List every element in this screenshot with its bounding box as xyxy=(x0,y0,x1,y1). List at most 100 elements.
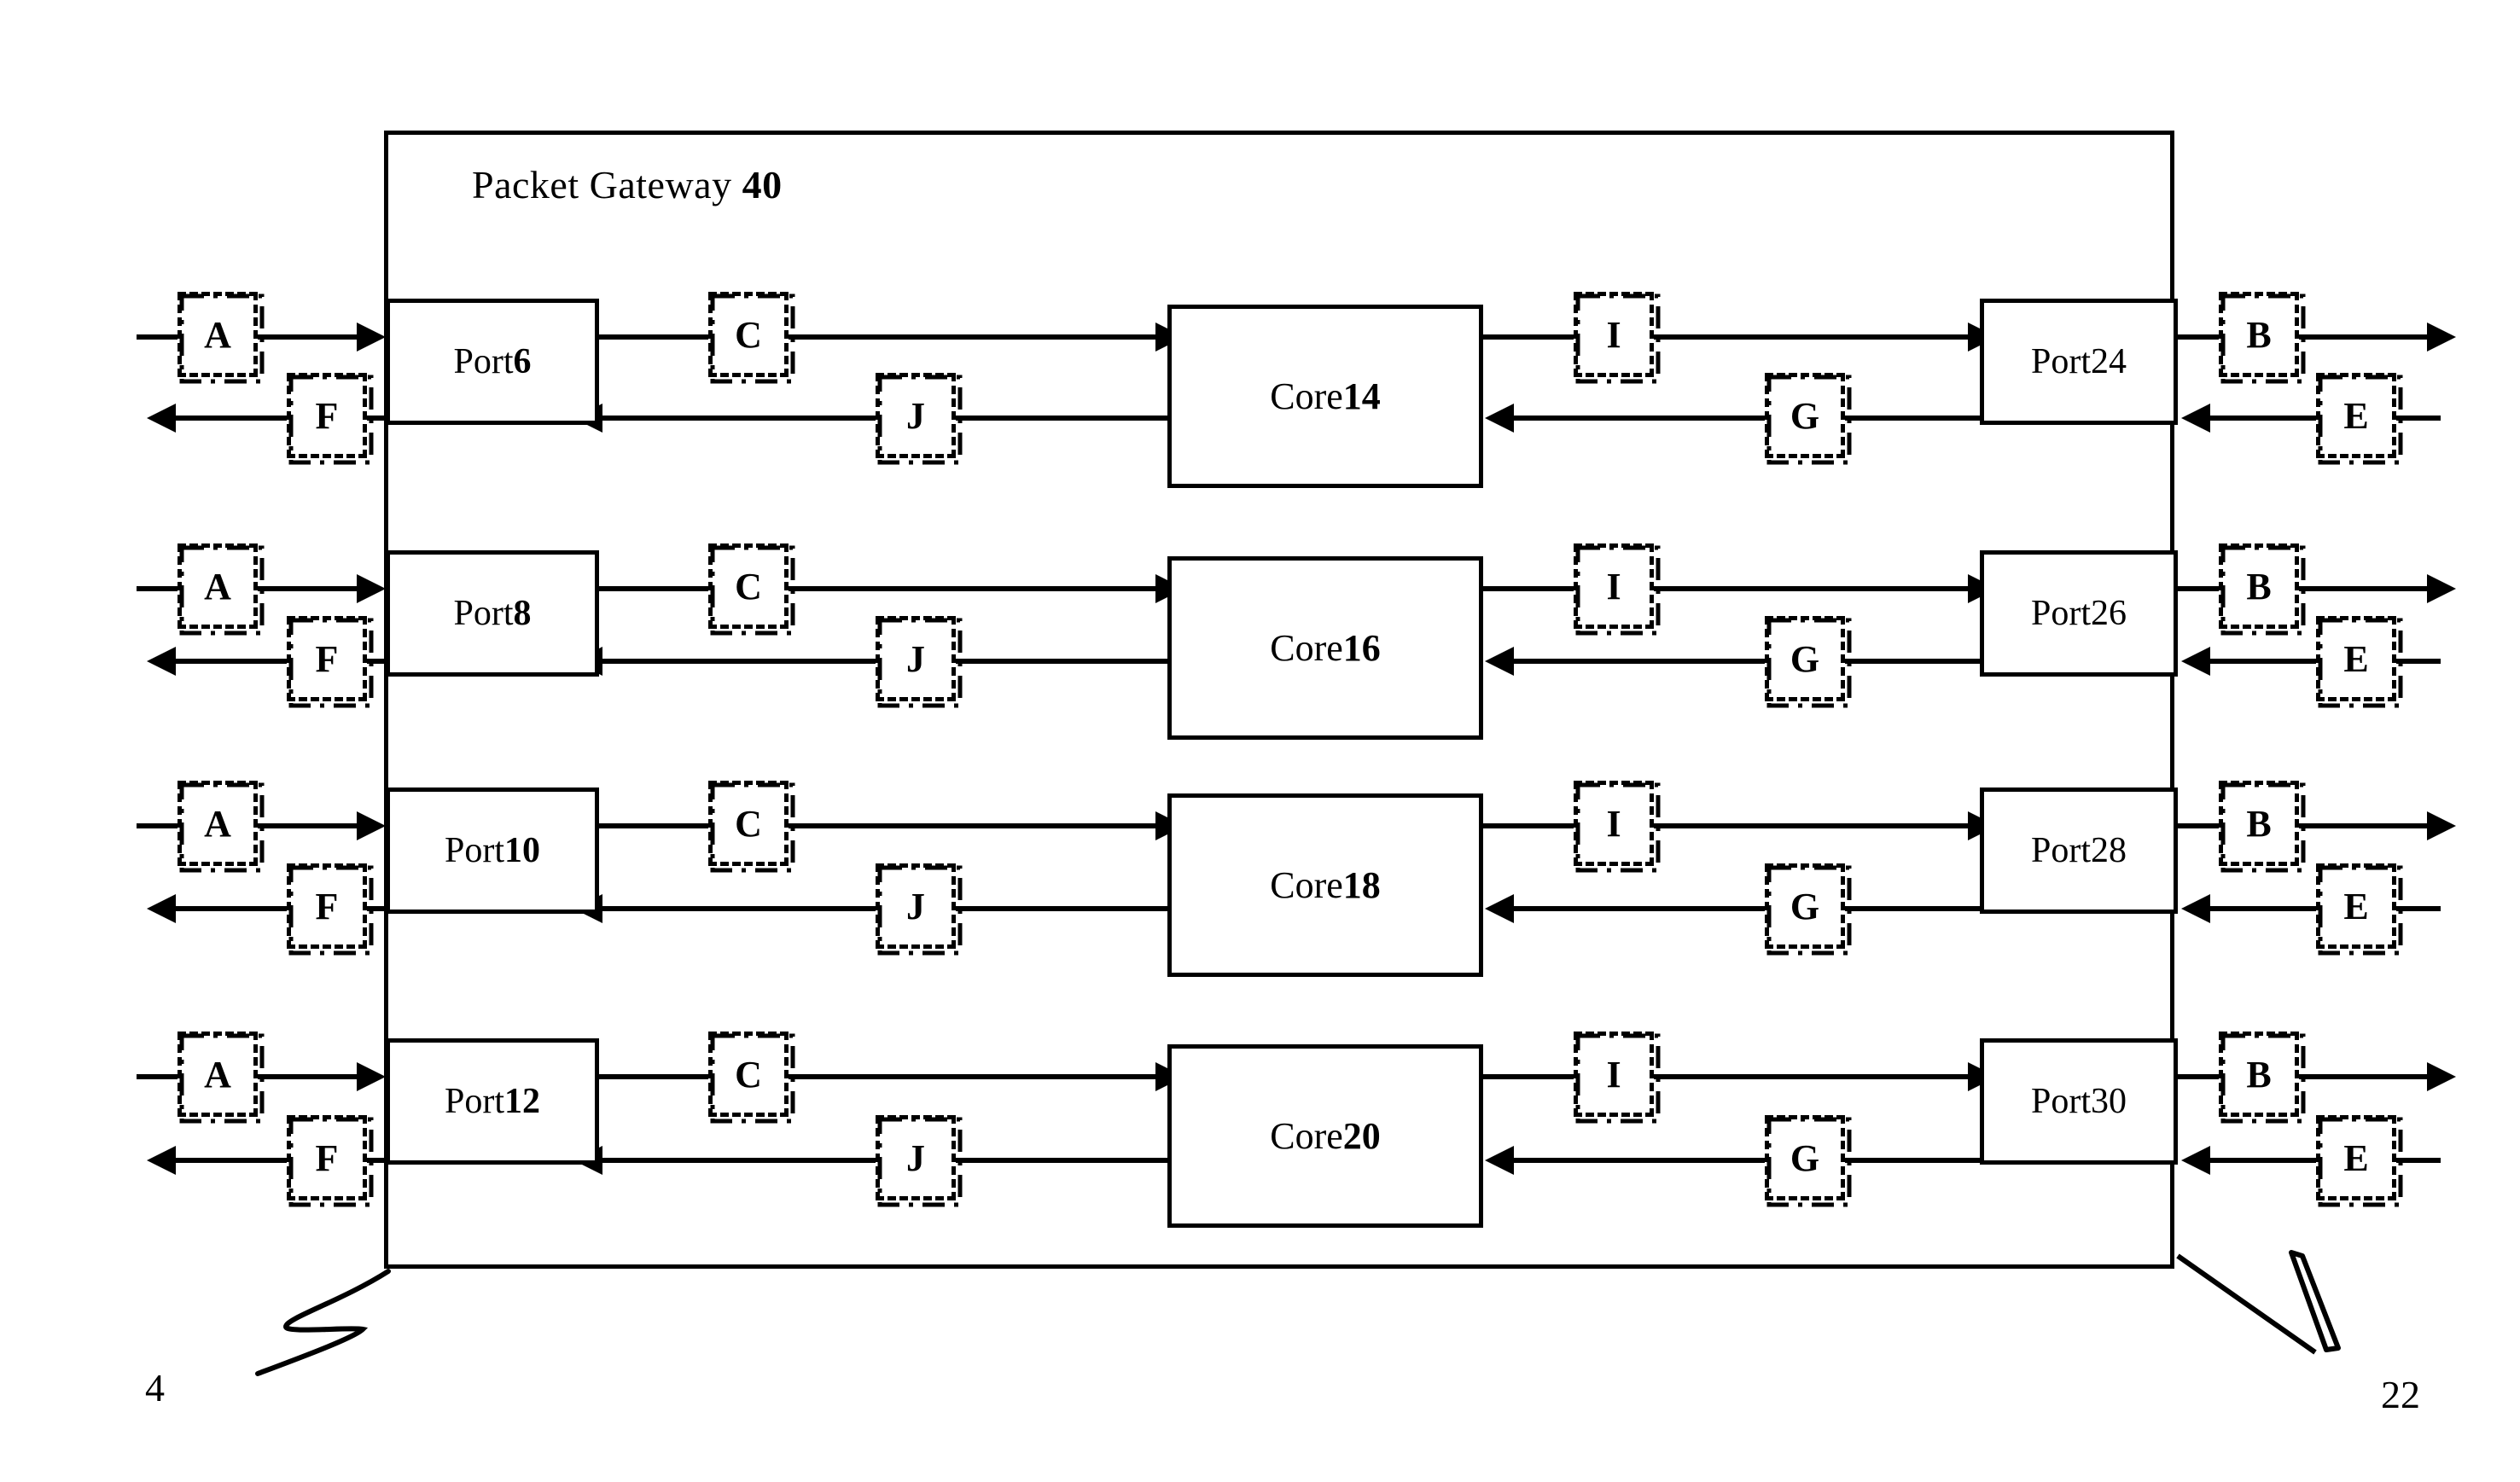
port-8-label: Port xyxy=(453,594,514,633)
row1-label-f-text: F xyxy=(315,394,339,437)
gateway-title-number: 40 xyxy=(742,163,783,206)
row2-label-b: B xyxy=(2219,543,2306,636)
row3-left-in-stub xyxy=(137,823,178,828)
port-30-label: Port xyxy=(2030,1082,2091,1121)
row2-j-line-right xyxy=(956,659,1167,664)
row2-label-e: E xyxy=(2316,616,2403,708)
row1-label-i: I xyxy=(1574,292,1661,384)
row4-label-j-text: J xyxy=(906,1136,925,1179)
row3-g-arrowhead xyxy=(1485,894,1514,923)
port-box-24: Port 24 xyxy=(1980,299,2178,425)
row4-label-f: F xyxy=(287,1115,374,1207)
core-18-label: Core xyxy=(1270,864,1343,906)
row1-label-f: F xyxy=(287,373,374,465)
row4-left-in-stub xyxy=(137,1074,178,1079)
row2-e-line xyxy=(2210,659,2316,664)
row2-i-line-left xyxy=(1481,586,1574,591)
row4-label-g: G xyxy=(1765,1115,1852,1207)
reference-numeral-right: 22 xyxy=(2381,1373,2420,1416)
row4-label-b: B xyxy=(2219,1032,2306,1124)
row2-label-a: A xyxy=(178,543,265,636)
port-box-12: Port 12 xyxy=(386,1038,599,1165)
row1-e-line xyxy=(2210,416,2316,421)
port-6-label: Port xyxy=(453,342,514,381)
row3-label-b-text: B xyxy=(2246,802,2272,845)
row4-c-line-right xyxy=(789,1074,1155,1079)
row4-label-f-text: F xyxy=(315,1136,339,1179)
row3-label-b: B xyxy=(2219,781,2306,873)
port-box-8: Port 8 xyxy=(386,550,599,677)
row2-label-e-text: E xyxy=(2343,637,2369,680)
row3-g-line-left xyxy=(1514,906,1765,911)
row2-left-in-stub xyxy=(137,586,178,591)
row1-label-c-text: C xyxy=(735,313,762,356)
reference-numeral-left: 4 xyxy=(145,1366,165,1409)
row4-label-g-text: G xyxy=(1790,1136,1820,1179)
row4-label-e-text: E xyxy=(2343,1136,2369,1179)
row3-c-line-right xyxy=(789,823,1155,828)
core-box-18: Core 18 xyxy=(1167,793,1483,977)
port-6-number: 6 xyxy=(513,342,532,381)
row1-label-i-text: I xyxy=(1606,313,1621,356)
row1-label-a: A xyxy=(178,292,265,384)
row2-label-g: G xyxy=(1765,616,1852,708)
row4-label-e: E xyxy=(2316,1115,2403,1207)
port-26-label: Port xyxy=(2030,594,2091,633)
row4-label-b-text: B xyxy=(2246,1053,2272,1096)
row2-left-in-arrowhead xyxy=(357,574,386,603)
row1-label-j: J xyxy=(876,373,963,465)
row1-i-line-right xyxy=(1654,334,1968,340)
row2-label-j: J xyxy=(876,616,963,708)
row4-g-line-right xyxy=(1845,1158,1982,1163)
core-14-number: 14 xyxy=(1342,375,1381,417)
port-box-26: Port 26 xyxy=(1980,550,2178,677)
row4-b-stub xyxy=(2174,1074,2219,1079)
row2-label-f: F xyxy=(287,616,374,708)
row3-label-j: J xyxy=(876,863,963,956)
port-box-6: Port 6 xyxy=(386,299,599,425)
row2-g-arrowhead xyxy=(1485,647,1514,676)
row4-i-line-right xyxy=(1654,1074,1968,1079)
row1-b-line xyxy=(2299,334,2427,340)
row3-label-a-text: A xyxy=(204,802,231,845)
row4-label-c: C xyxy=(708,1032,795,1124)
row3-label-g-text: G xyxy=(1790,885,1820,927)
row1-left-in-line xyxy=(258,334,357,340)
row2-g-line-right xyxy=(1845,659,1982,664)
row2-label-g-text: G xyxy=(1790,637,1820,680)
row4-left-out-line xyxy=(176,1158,287,1163)
row3-label-f: F xyxy=(287,863,374,956)
row2-e-arrowhead xyxy=(2181,647,2210,676)
row4-b-arrowhead xyxy=(2427,1062,2456,1091)
row2-j-line-left xyxy=(602,659,876,664)
row1-c-line-left xyxy=(597,334,708,340)
row1-g-arrowhead xyxy=(1485,404,1514,433)
row2-label-c-text: C xyxy=(735,565,762,607)
row4-c-line-left xyxy=(597,1074,708,1079)
row1-label-a-text: A xyxy=(204,313,231,356)
port-box-30: Port 30 xyxy=(1980,1038,2178,1165)
row1-label-c: C xyxy=(708,292,795,384)
row1-i-line-left xyxy=(1481,334,1574,340)
row4-j-line-left xyxy=(602,1158,876,1163)
row2-label-c: C xyxy=(708,543,795,636)
row2-g-line-left xyxy=(1514,659,1765,664)
row3-label-c-text: C xyxy=(735,802,762,845)
row3-b-line xyxy=(2299,823,2427,828)
row2-left-in-line xyxy=(258,586,357,591)
row3-left-in-line xyxy=(258,823,357,828)
row3-label-i-text: I xyxy=(1606,802,1621,845)
row4-label-a-text: A xyxy=(204,1053,231,1096)
row4-e-line xyxy=(2210,1158,2316,1163)
core-18-number: 18 xyxy=(1342,864,1381,906)
row3-c-line-left xyxy=(597,823,708,828)
core-box-14: Core 14 xyxy=(1167,305,1483,488)
port-8-number: 8 xyxy=(513,594,532,633)
port-box-28: Port 28 xyxy=(1980,787,2178,914)
row1-g-line-right xyxy=(1845,416,1982,421)
row3-b-arrowhead xyxy=(2427,811,2456,840)
port-10-number: 10 xyxy=(504,831,540,870)
port-24-number: 24 xyxy=(2091,342,2127,381)
row4-g-line-left xyxy=(1514,1158,1765,1163)
row3-label-g: G xyxy=(1765,863,1852,956)
